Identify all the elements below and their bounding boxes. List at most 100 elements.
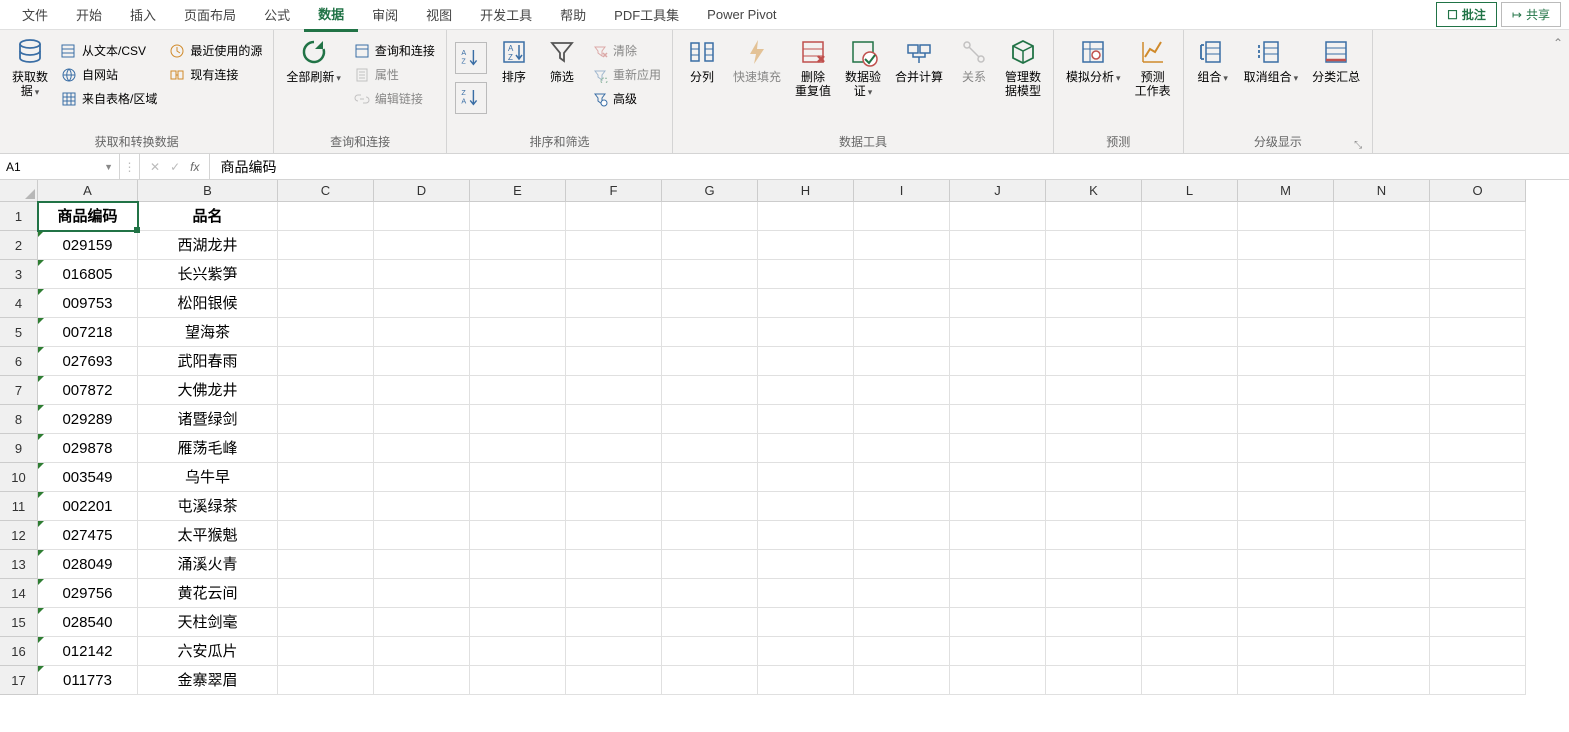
cell-C16[interactable] [278,637,374,666]
column-header-M[interactable]: M [1238,180,1334,202]
cell-K10[interactable] [1046,463,1142,492]
cell-N4[interactable] [1334,289,1430,318]
tab-插入[interactable]: 插入 [116,0,170,30]
cell-G10[interactable] [662,463,758,492]
cell-B10[interactable]: 乌牛早 [138,463,278,492]
column-header-J[interactable]: J [950,180,1046,202]
cell-B15[interactable]: 天柱剑毫 [138,608,278,637]
cell-E13[interactable] [470,550,566,579]
fx-icon[interactable]: fx [190,160,199,174]
tab-开始[interactable]: 开始 [62,0,116,30]
filter-button[interactable]: 筛选 [541,34,583,86]
cell-B12[interactable]: 太平猴魁 [138,521,278,550]
cell-A7[interactable]: 007872 [38,376,138,405]
cell-G2[interactable] [662,231,758,260]
cell-H6[interactable] [758,347,854,376]
row-header-17[interactable]: 17 [0,666,38,695]
cell-J4[interactable] [950,289,1046,318]
cell-O13[interactable] [1430,550,1526,579]
cancel-icon[interactable]: ✕ [150,160,160,174]
cell-K11[interactable] [1046,492,1142,521]
cell-G11[interactable] [662,492,758,521]
cell-F4[interactable] [566,289,662,318]
cell-L15[interactable] [1142,608,1238,637]
cell-A5[interactable]: 007218 [38,318,138,347]
row-header-14[interactable]: 14 [0,579,38,608]
cell-N16[interactable] [1334,637,1430,666]
cell-L2[interactable] [1142,231,1238,260]
row-header-7[interactable]: 7 [0,376,38,405]
text-to-columns-button[interactable]: 分列 [681,34,723,86]
cell-J16[interactable] [950,637,1046,666]
cell-L16[interactable] [1142,637,1238,666]
cell-E15[interactable] [470,608,566,637]
column-header-B[interactable]: B [138,180,278,202]
column-header-F[interactable]: F [566,180,662,202]
cell-D9[interactable] [374,434,470,463]
cell-J1[interactable] [950,202,1046,231]
cell-G16[interactable] [662,637,758,666]
cell-N6[interactable] [1334,347,1430,376]
consolidate-button[interactable]: 合并计算 [891,34,947,86]
cell-N10[interactable] [1334,463,1430,492]
cell-F7[interactable] [566,376,662,405]
cell-E12[interactable] [470,521,566,550]
cell-I7[interactable] [854,376,950,405]
cell-C9[interactable] [278,434,374,463]
cell-L4[interactable] [1142,289,1238,318]
row-header-5[interactable]: 5 [0,318,38,347]
cell-N9[interactable] [1334,434,1430,463]
cell-H16[interactable] [758,637,854,666]
dialog-launcher-icon[interactable]: ⤡ [1354,140,1362,151]
recent-sources-button[interactable]: 最近使用的源 [166,40,265,61]
formula-input[interactable]: 商品编码 [210,157,1569,177]
row-header-1[interactable]: 1 [0,202,38,231]
column-header-G[interactable]: G [662,180,758,202]
sort-desc-button[interactable]: ZA [455,82,487,114]
cell-L5[interactable] [1142,318,1238,347]
cell-N12[interactable] [1334,521,1430,550]
cell-J11[interactable] [950,492,1046,521]
refresh-all-button[interactable]: 全部刷新 [282,34,345,87]
cell-C12[interactable] [278,521,374,550]
cell-G3[interactable] [662,260,758,289]
column-header-C[interactable]: C [278,180,374,202]
row-header-8[interactable]: 8 [0,405,38,434]
tab-数据[interactable]: 数据 [304,0,358,32]
cell-G12[interactable] [662,521,758,550]
cell-J17[interactable] [950,666,1046,695]
cell-O16[interactable] [1430,637,1526,666]
cell-D8[interactable] [374,405,470,434]
tab-PDF工具集[interactable]: PDF工具集 [600,0,693,30]
cell-I13[interactable] [854,550,950,579]
cell-G7[interactable] [662,376,758,405]
cell-I9[interactable] [854,434,950,463]
cell-H12[interactable] [758,521,854,550]
cell-J6[interactable] [950,347,1046,376]
cell-E8[interactable] [470,405,566,434]
cell-I8[interactable] [854,405,950,434]
cell-F12[interactable] [566,521,662,550]
cell-I2[interactable] [854,231,950,260]
cell-F14[interactable] [566,579,662,608]
column-header-I[interactable]: I [854,180,950,202]
cell-L10[interactable] [1142,463,1238,492]
cell-N8[interactable] [1334,405,1430,434]
cell-B4[interactable]: 松阳银候 [138,289,278,318]
cell-D1[interactable] [374,202,470,231]
cell-E1[interactable] [470,202,566,231]
cell-G13[interactable] [662,550,758,579]
cell-D5[interactable] [374,318,470,347]
cell-B5[interactable]: 望海茶 [138,318,278,347]
cell-C7[interactable] [278,376,374,405]
cell-B17[interactable]: 金寨翠眉 [138,666,278,695]
cell-O5[interactable] [1430,318,1526,347]
cell-I5[interactable] [854,318,950,347]
from-web-button[interactable]: 自网站 [58,64,160,85]
cell-I12[interactable] [854,521,950,550]
row-header-9[interactable]: 9 [0,434,38,463]
column-header-L[interactable]: L [1142,180,1238,202]
cell-O10[interactable] [1430,463,1526,492]
cell-O11[interactable] [1430,492,1526,521]
cell-E16[interactable] [470,637,566,666]
